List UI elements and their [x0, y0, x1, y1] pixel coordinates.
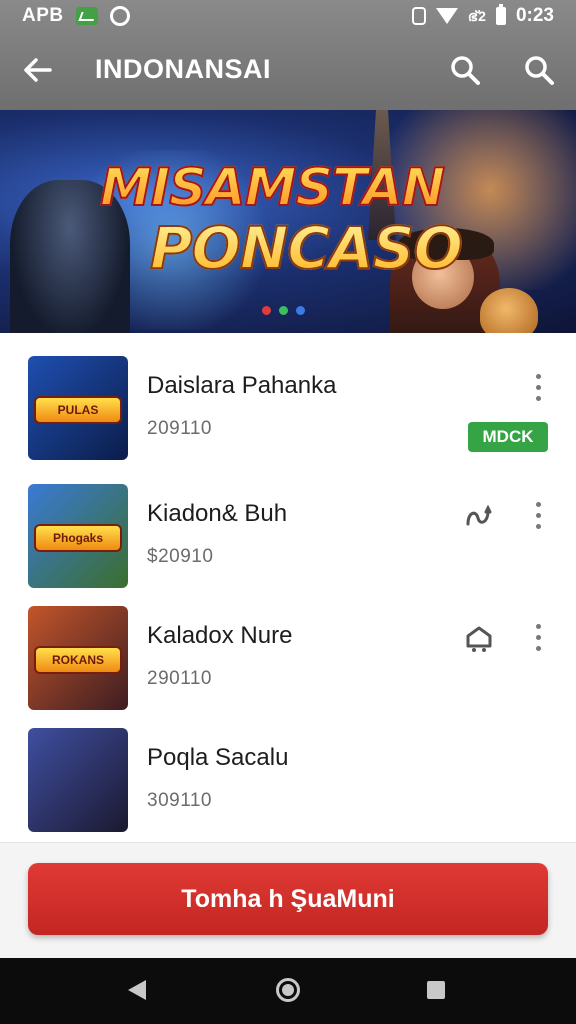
carousel-indicator[interactable] — [262, 306, 305, 315]
page-title: INDONANSAI — [95, 54, 272, 84]
search-button[interactable] — [447, 52, 483, 88]
battery-icon — [495, 4, 506, 25]
game-subtitle: 209110 — [147, 418, 212, 439]
game-subtitle: 309110 — [147, 790, 212, 811]
game-subtitle: 290110 — [147, 668, 212, 689]
game-thumbnail: ROKANS — [28, 606, 128, 710]
bottom-action-area: Tomha h ŞuaMuni — [0, 842, 576, 958]
nav-home-icon[interactable] — [276, 978, 300, 1002]
game-thumbnail: Phogaks — [28, 484, 128, 588]
wave-icon[interactable] — [462, 500, 496, 532]
install-badge[interactable]: MDCK — [468, 422, 548, 452]
carousel-dot[interactable] — [296, 306, 305, 315]
app-bar: INDONANSAI — [0, 40, 576, 102]
status-bar: APB ഭ്2 0:23 — [0, 0, 576, 32]
game-thumbnail: PULAS — [28, 356, 128, 460]
nav-recent-icon[interactable] — [427, 981, 445, 999]
dog-illustration — [480, 288, 538, 333]
thumbnail-label: Phogaks — [36, 526, 120, 550]
more-options-button[interactable] — [534, 502, 542, 530]
game-thumbnail — [28, 728, 128, 832]
game-subtitle: $20910 — [147, 546, 214, 567]
clock: 0:23 — [515, 5, 554, 26]
more-options-button[interactable] — [534, 624, 542, 652]
carousel-dot[interactable] — [279, 306, 288, 315]
status-app-label: APB — [22, 5, 64, 26]
list-item[interactable]: Poqla Sacalu 309110 — [0, 714, 576, 832]
more-options-button[interactable] — [534, 374, 542, 402]
thumbnail-label: ROKANS — [36, 648, 120, 672]
back-button[interactable] — [18, 50, 58, 90]
thumbnail-label: PULAS — [36, 398, 120, 422]
search-icon — [451, 56, 480, 85]
banner-title-line2: PONCASO — [149, 213, 464, 283]
arrow-left-icon — [24, 58, 52, 82]
game-title: Poqla Sacalu — [147, 744, 289, 771]
system-nav-bar — [0, 958, 576, 1024]
notification-icon — [75, 7, 98, 25]
top-header: APB ഭ്2 0:23 INDONANSAI — [0, 0, 576, 110]
wifi-icon — [435, 8, 458, 24]
list-item[interactable]: Phogaks Kiadon& Buh $20910 — [0, 470, 576, 588]
game-title: Kaladox Nure — [147, 622, 293, 649]
search-icon — [525, 56, 554, 85]
network-text: ഭ്2 — [467, 7, 486, 24]
game-title: Kiadon& Buh — [147, 500, 288, 527]
carousel-dot[interactable] — [262, 306, 271, 315]
primary-action-button[interactable]: Tomha h ŞuaMuni — [28, 863, 548, 935]
vibrate-icon — [411, 7, 426, 25]
game-title: Daislara Pahanka — [147, 372, 337, 399]
sync-icon — [109, 6, 130, 26]
search-button-secondary[interactable] — [521, 52, 557, 88]
list-item[interactable]: ROKANS Kaladox Nure 290110 — [0, 592, 576, 710]
house-icon[interactable] — [462, 622, 496, 654]
nav-back-icon[interactable] — [128, 980, 146, 1000]
banner-title-line1: MISAMSTAN — [99, 157, 446, 219]
